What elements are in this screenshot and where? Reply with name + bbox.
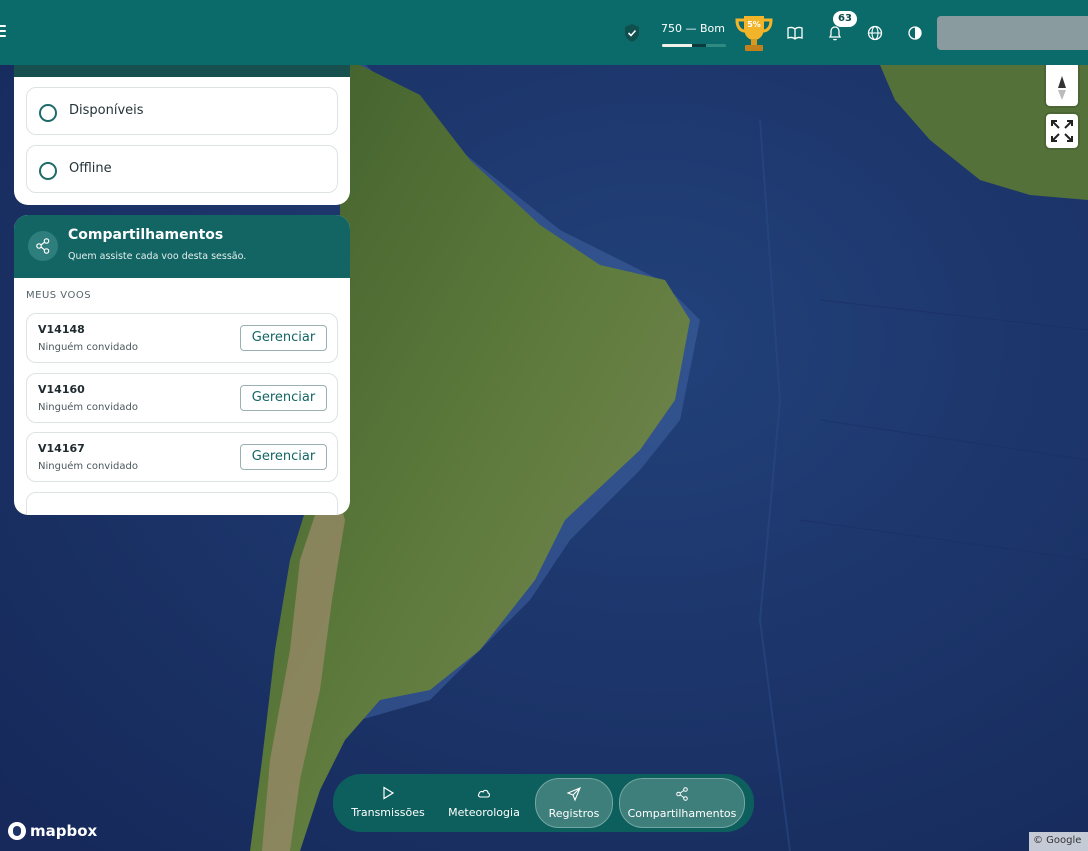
flight-row: V14167 Ninguém convidado Gerenciar <box>26 432 338 482</box>
send-icon <box>566 786 582 802</box>
flight-status: Ninguém convidado <box>38 342 138 353</box>
flight-code: V14167 <box>38 442 85 455</box>
shield-check-icon <box>625 24 639 42</box>
flight-row-partial <box>26 492 338 515</box>
cloud-icon <box>477 789 490 798</box>
manage-button[interactable]: Gerenciar <box>240 444 327 470</box>
flight-code: V14160 <box>38 383 85 396</box>
trophy-label: 5% <box>747 20 761 29</box>
share-icon <box>28 231 58 261</box>
fullscreen-icon <box>1051 120 1073 142</box>
mapbox-logo-icon <box>8 822 26 840</box>
nav-label: Meteorologia <box>448 806 520 819</box>
credit-score-marker <box>692 44 706 47</box>
book-icon[interactable] <box>786 24 804 42</box>
radio-button[interactable] <box>39 162 57 180</box>
sharing-subtitle: Quem assiste cada voo desta sessão. <box>68 251 247 262</box>
play-icon <box>383 786 395 800</box>
flight-row: V14148 Ninguém convidado Gerenciar <box>26 313 338 363</box>
trophy-icon[interactable]: 5% <box>734 12 774 54</box>
sharing-title: Compartilhamentos <box>68 227 224 243</box>
contrast-icon[interactable] <box>906 24 924 42</box>
manage-button[interactable]: Gerenciar <box>240 325 327 351</box>
nav-transmissoes[interactable]: Transmissões <box>343 778 433 828</box>
nav-label: Compartilhamentos <box>627 807 737 820</box>
mapbox-logo[interactable]: mapbox <box>8 822 97 840</box>
google-attribution: © Google <box>1029 832 1088 851</box>
filter-offline[interactable]: Offline <box>26 145 338 193</box>
filter-label: Disponíveis <box>69 103 144 118</box>
search-input[interactable] <box>937 16 1088 50</box>
filter-disponiveis[interactable]: Disponíveis <box>26 87 338 135</box>
nav-meteorologia[interactable]: Meteorologia <box>439 778 529 828</box>
fullscreen-button[interactable] <box>1046 114 1078 148</box>
nav-compartilhamentos[interactable]: Compartilhamentos <box>619 778 745 828</box>
sharing-panel: Compartilhamentos Quem assiste cada voo … <box>14 215 350 515</box>
menu-icon[interactable] <box>0 25 6 39</box>
flight-code: V14148 <box>38 323 85 336</box>
radio-button[interactable] <box>39 104 57 122</box>
bottom-nav: Transmissões Meteorologia Registros Comp… <box>333 774 754 832</box>
credit-score: 750 — Bom <box>661 22 725 35</box>
nav-label: Registros <box>548 807 600 820</box>
top-bar: 750 — Bom 5% 63 <box>0 0 1088 65</box>
panel-header-strip <box>14 65 350 77</box>
flight-status: Ninguém convidado <box>38 402 138 413</box>
nav-registros[interactable]: Registros <box>535 778 613 828</box>
sharing-header: Compartilhamentos Quem assiste cada voo … <box>14 215 350 278</box>
compass-button[interactable] <box>1046 62 1078 106</box>
filter-label: Offline <box>69 161 112 176</box>
manage-button[interactable]: Gerenciar <box>240 385 327 411</box>
section-label: MEUS VOOS <box>26 290 92 301</box>
compass-icon <box>1058 76 1066 100</box>
globe-icon[interactable] <box>866 24 884 42</box>
nav-label: Transmissões <box>351 806 425 819</box>
share-icon <box>676 787 688 801</box>
notification-badge: 63 <box>833 11 857 27</box>
credit-score-bar <box>662 44 726 47</box>
flight-row: V14160 Ninguém convidado Gerenciar <box>26 373 338 423</box>
mapbox-logo-text: mapbox <box>30 822 98 840</box>
status-filter-panel: Disponíveis Offline <box>14 65 350 205</box>
flight-status: Ninguém convidado <box>38 461 138 472</box>
